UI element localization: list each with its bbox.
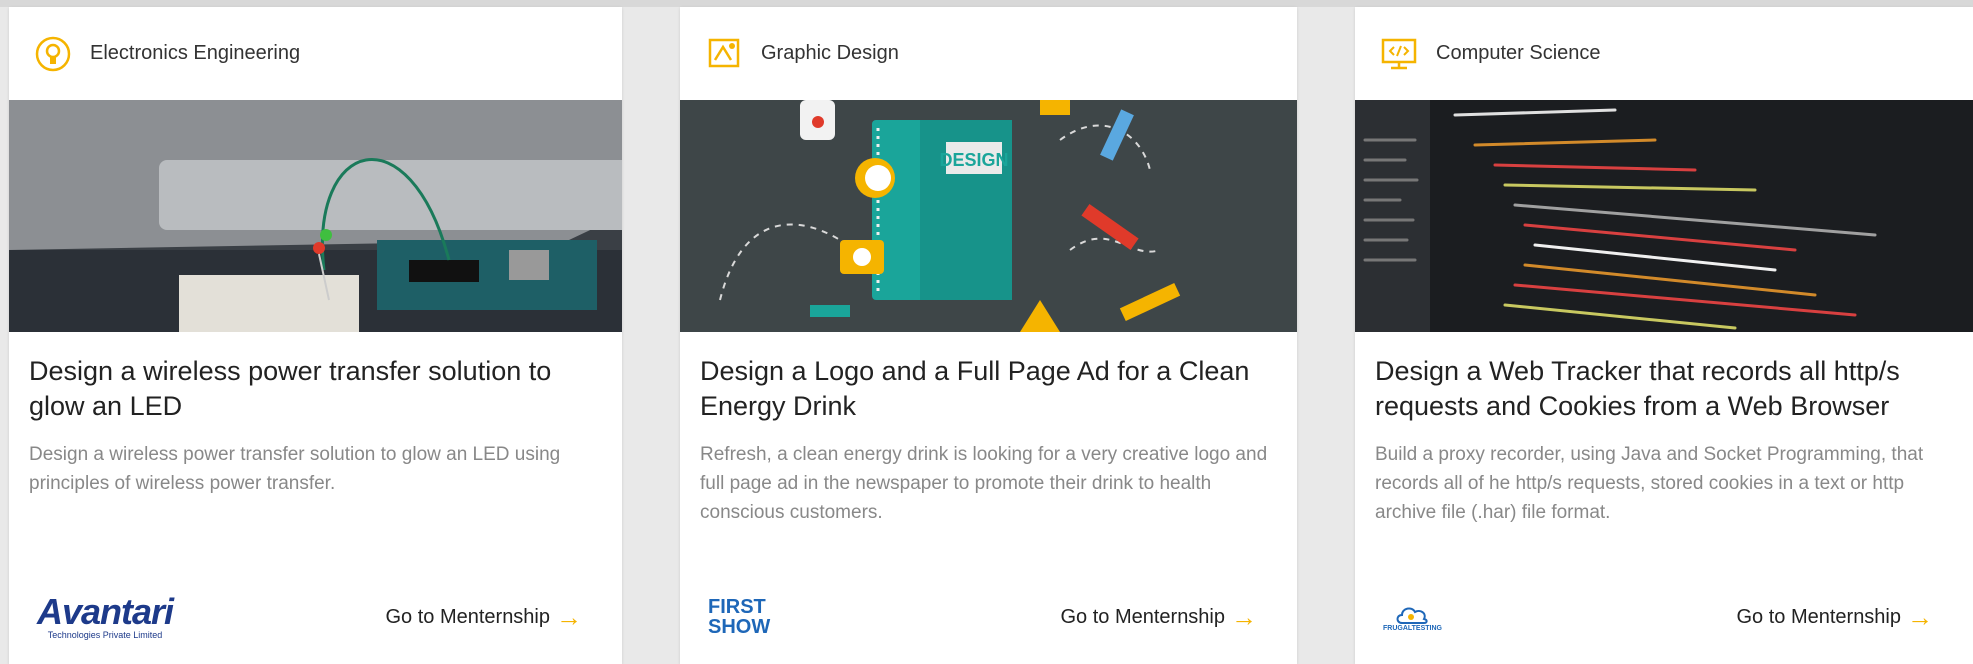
card-footer: FIRST SHOW Go to Menternship → (680, 582, 1297, 652)
banner-word: DESIGN (939, 150, 1008, 170)
link-label: Go to Menternship (385, 605, 550, 628)
card-banner-image (9, 100, 622, 332)
palette-design-icon (705, 35, 743, 73)
go-to-menternship-link[interactable]: Go to Menternship → (385, 604, 582, 630)
card-description: Refresh, a clean energy drink is looking… (700, 444, 1268, 523)
category-label: Graphic Design (761, 42, 899, 64)
card-title: Design a Web Tracker that records all ht… (1375, 356, 1900, 421)
arrow-right-icon: → (1231, 602, 1257, 632)
go-to-menternship-link[interactable]: Go to Menternship → (1736, 604, 1933, 630)
lightbulb-circle-icon (34, 35, 72, 73)
company-logo: Avantari Technologies Private Limited (37, 591, 174, 641)
logo-line2: SHOW (708, 616, 771, 638)
logo-tagline: Technologies Private Limited (47, 630, 163, 640)
card-header: Graphic Design (680, 7, 1297, 100)
link-label: Go to Menternship (1060, 605, 1225, 628)
category-label: Electronics Engineering (90, 42, 301, 64)
card-title: Design a wireless power transfer solutio… (29, 356, 552, 421)
top-strip (0, 0, 1973, 7)
company-logo: FRUGALTESTING (1383, 603, 1442, 632)
card-footer: Avantari Technologies Private Limited Go… (9, 582, 622, 652)
menternship-card-graphic-design[interactable]: Graphic Design DESIGN Design a Logo and … (680, 7, 1297, 664)
logo-name: Avantari (37, 591, 174, 632)
card-header: Electronics Engineering (9, 7, 622, 100)
card-title: Design a Logo and a Full Page Ad for a C… (700, 356, 1250, 421)
card-footer: FRUGALTESTING Go to Menternship → (1355, 582, 1973, 652)
card-description: Build a proxy recorder, using Java and S… (1375, 444, 1924, 523)
go-to-menternship-link[interactable]: Go to Menternship → (1060, 604, 1257, 630)
card-banner-image (1355, 100, 1973, 332)
monitor-code-icon (1380, 35, 1418, 73)
menternship-card-computer-science[interactable]: Computer Science Design a Web Tracker th… (1355, 7, 1973, 664)
arrow-right-icon: → (556, 602, 582, 632)
company-logo: FIRST SHOW (708, 597, 770, 637)
logo-name: FRUGALTESTING (1383, 624, 1442, 632)
card-header: Computer Science (1355, 7, 1973, 100)
cloud-logo-icon (1397, 606, 1429, 624)
arrow-right-icon: → (1907, 602, 1933, 632)
link-label: Go to Menternship (1736, 605, 1901, 628)
menternship-card-electronics[interactable]: Electronics Engineering Design a wireles… (9, 7, 622, 664)
card-banner-image: DESIGN (680, 100, 1297, 332)
category-label: Computer Science (1436, 42, 1601, 64)
logo-line1: FIRST (708, 596, 766, 618)
card-description: Design a wireless power transfer solutio… (29, 444, 561, 494)
